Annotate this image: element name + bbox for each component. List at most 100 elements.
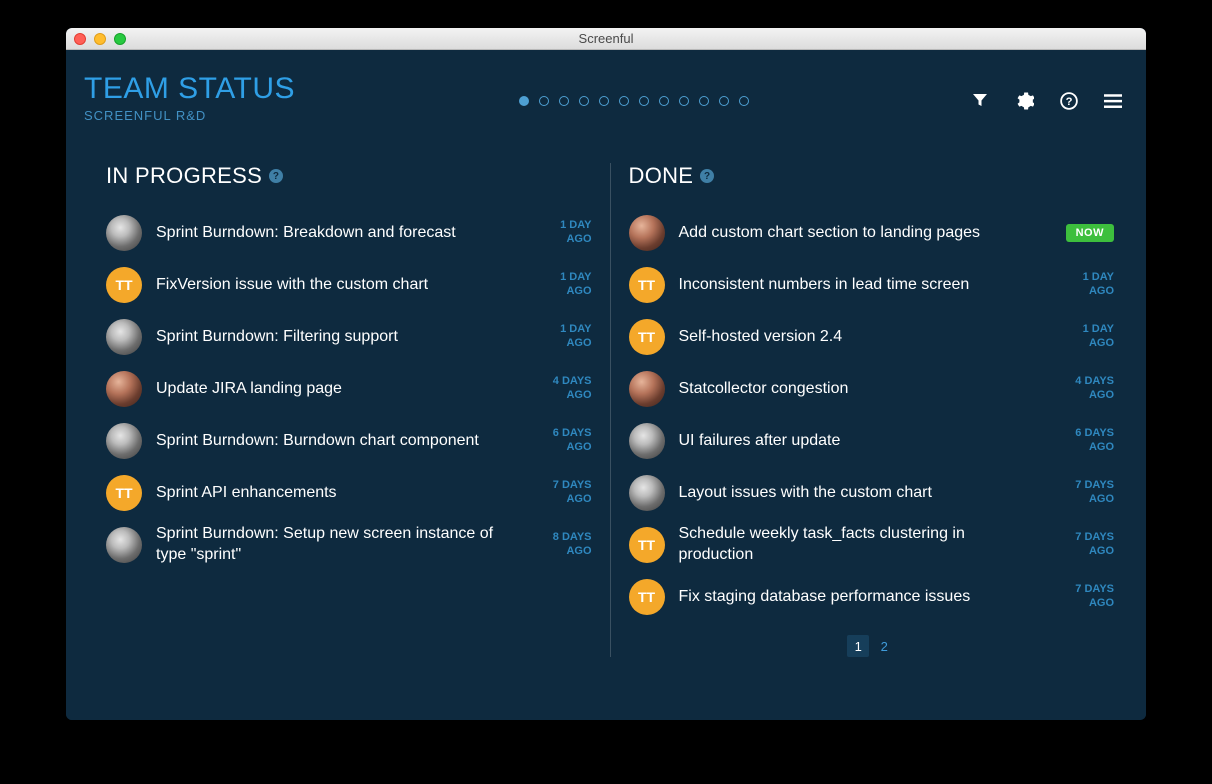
page-dot[interactable] xyxy=(699,96,709,106)
avatar xyxy=(106,371,142,407)
close-window-button[interactable] xyxy=(74,33,86,45)
page-number[interactable]: 1 xyxy=(847,635,869,657)
task-item[interactable]: Sprint Burndown: Burndown chart componen… xyxy=(106,415,592,467)
menu-icon[interactable] xyxy=(1104,92,1122,110)
page-dot[interactable] xyxy=(539,96,549,106)
task-item[interactable]: Layout issues with the custom chart 7 DAY… xyxy=(629,467,1115,519)
task-title: Statcollector congestion xyxy=(679,379,1045,400)
columns: IN PROGRESS? Sprint Burndown: Breakdown a… xyxy=(66,163,1146,677)
avatar xyxy=(106,527,142,563)
task-item[interactable]: Add custom chart section to landing page… xyxy=(629,207,1115,259)
task-time: 7 DAYSAGO xyxy=(536,479,592,507)
task-time: 8 DAYSAGO xyxy=(536,531,592,559)
avatar xyxy=(106,215,142,251)
page-indicator[interactable] xyxy=(295,96,972,106)
page-title: TEAM STATUS xyxy=(84,72,295,106)
task-item[interactable]: Sprint Burndown: Setup new screen instan… xyxy=(106,519,592,571)
window-controls xyxy=(66,33,126,45)
page-dot[interactable] xyxy=(659,96,669,106)
page-dot[interactable] xyxy=(579,96,589,106)
task-title: Self-hosted version 2.4 xyxy=(679,327,1045,348)
avatar xyxy=(629,475,665,511)
column-help-icon[interactable]: ? xyxy=(269,169,283,183)
app-window: Screenful TEAM STATUS SCREENFUL R&D ? xyxy=(66,28,1146,720)
task-title: FixVersion issue with the custom chart xyxy=(156,275,522,296)
task-item[interactable]: TTFix staging database performance issue… xyxy=(629,571,1115,623)
task-time: 1 DAYAGO xyxy=(1058,323,1114,351)
task-time: 4 DAYSAGO xyxy=(1058,375,1114,403)
task-time: 1 DAYAGO xyxy=(536,323,592,351)
page-dot[interactable] xyxy=(519,96,529,106)
in-progress-column: IN PROGRESS? Sprint Burndown: Breakdown a… xyxy=(106,163,610,657)
done-column: DONE? Add custom chart section to landing… xyxy=(610,163,1115,657)
column-help-icon[interactable]: ? xyxy=(700,169,714,183)
task-item[interactable]: TT Self-hosted version 2.4 1 DAYAGO xyxy=(629,311,1115,363)
column-title: IN PROGRESS? xyxy=(106,163,592,189)
task-title: Update JIRA landing page xyxy=(156,379,522,400)
avatar: TT xyxy=(629,527,665,563)
task-item[interactable]: Sprint Burndown: Filtering support 1 DAYA… xyxy=(106,311,592,363)
task-time: 1 DAYAGO xyxy=(1058,271,1114,299)
avatar xyxy=(106,423,142,459)
filter-icon[interactable] xyxy=(972,92,990,110)
task-time: 1 DAYAGO xyxy=(536,271,592,299)
toolbar: ? xyxy=(972,92,1128,110)
task-time: 1 DAYAGO xyxy=(536,219,592,247)
pagination: 12 xyxy=(629,635,1115,657)
now-badge: NOW xyxy=(1066,224,1114,242)
task-title: Sprint Burndown: Burndown chart componen… xyxy=(156,431,522,452)
column-title-text: IN PROGRESS xyxy=(106,163,262,189)
task-title: Schedule weekly task_facts clustering in… xyxy=(679,524,1045,566)
app-header: TEAM STATUS SCREENFUL R&D ? xyxy=(66,50,1146,123)
avatar xyxy=(106,319,142,355)
task-item[interactable]: TT Inconsistent numbers in lead time scre… xyxy=(629,259,1115,311)
task-item[interactable]: Statcollector congestion 4 DAYSAGO xyxy=(629,363,1115,415)
page-dot[interactable] xyxy=(599,96,609,106)
avatar xyxy=(629,371,665,407)
task-title: Sprint Burndown: Setup new screen instan… xyxy=(156,524,522,566)
task-item[interactable]: TT FixVersion issue with the custom chart… xyxy=(106,259,592,311)
task-title: Inconsistent numbers in lead time screen xyxy=(679,275,1045,296)
column-title-text: DONE xyxy=(629,163,694,189)
svg-text:?: ? xyxy=(1066,96,1073,108)
task-time: 7 DAYSAGO xyxy=(1058,531,1114,559)
task-item[interactable]: Update JIRA landing page 4 DAYSAGO xyxy=(106,363,592,415)
task-time: 6 DAYSAGO xyxy=(536,427,592,455)
title-block: TEAM STATUS SCREENFUL R&D xyxy=(84,72,295,123)
task-title: Sprint Burndown: Breakdown and forecast xyxy=(156,223,522,244)
task-title: UI failures after update xyxy=(679,431,1045,452)
page-dot[interactable] xyxy=(719,96,729,106)
task-time: 4 DAYSAGO xyxy=(536,375,592,403)
task-time: 7 DAYSAGO xyxy=(1058,583,1114,611)
task-item[interactable]: UI failures after update 6 DAYSAGO xyxy=(629,415,1115,467)
task-title: Layout issues with the custom chart xyxy=(679,483,1045,504)
avatar: TT xyxy=(106,267,142,303)
page-dot[interactable] xyxy=(739,96,749,106)
avatar: TT xyxy=(629,319,665,355)
task-time: 7 DAYSAGO xyxy=(1058,479,1114,507)
titlebar: Screenful xyxy=(66,28,1146,50)
avatar: TT xyxy=(629,267,665,303)
task-item[interactable]: TT Schedule weekly task_facts clustering … xyxy=(629,519,1115,571)
column-title: DONE? xyxy=(629,163,1115,189)
maximize-window-button[interactable] xyxy=(114,33,126,45)
task-title: Add custom chart section to landing page… xyxy=(679,223,1052,244)
task-title: Sprint API enhancements xyxy=(156,483,522,504)
avatar: TT xyxy=(106,475,142,511)
gear-icon[interactable] xyxy=(1016,92,1034,110)
page-dot[interactable] xyxy=(639,96,649,106)
avatar xyxy=(629,423,665,459)
task-time: 6 DAYSAGO xyxy=(1058,427,1114,455)
avatar: TT xyxy=(629,579,665,615)
page-dot[interactable] xyxy=(619,96,629,106)
task-item[interactable]: TT Sprint API enhancements 7 DAYSAGO xyxy=(106,467,592,519)
help-icon[interactable]: ? xyxy=(1060,92,1078,110)
task-item[interactable]: Sprint Burndown: Breakdown and forecast 1… xyxy=(106,207,592,259)
page-number[interactable]: 2 xyxy=(873,635,895,657)
page-subtitle: SCREENFUL R&D xyxy=(84,108,295,123)
page-dot[interactable] xyxy=(559,96,569,106)
task-title: Sprint Burndown: Filtering support xyxy=(156,327,522,348)
page-dot[interactable] xyxy=(679,96,689,106)
window-title: Screenful xyxy=(66,31,1146,46)
minimize-window-button[interactable] xyxy=(94,33,106,45)
